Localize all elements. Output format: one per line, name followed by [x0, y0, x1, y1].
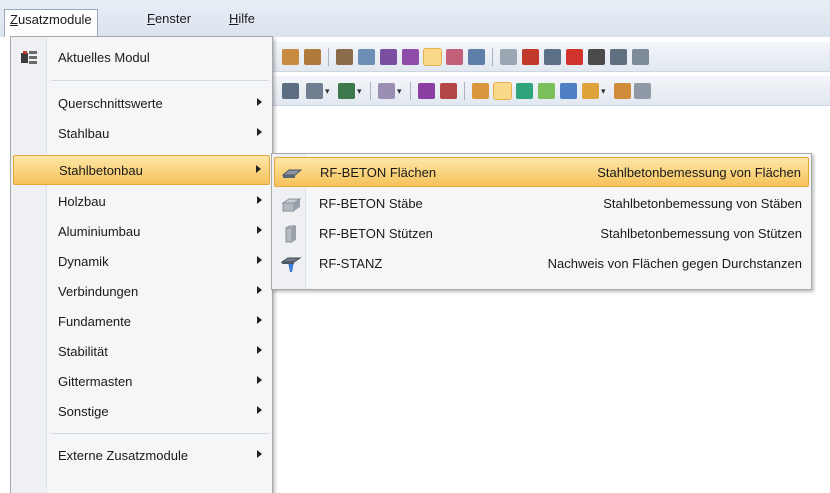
menu-separator	[51, 433, 269, 434]
beam-member-icon	[281, 198, 302, 212]
frame-icon[interactable]	[418, 83, 435, 99]
nodes-icon[interactable]	[380, 49, 397, 65]
menu-separator	[51, 80, 269, 81]
submenu-arrow-icon	[257, 376, 262, 384]
solid-icon[interactable]	[446, 49, 463, 65]
menu-item-externe-zusatzmodule[interactable]: Externe Zusatzmodule	[13, 441, 270, 471]
module-icon	[21, 51, 37, 64]
menu-item-stahlbetonbau[interactable]: Stahlbetonbau	[13, 155, 270, 185]
menu-item-holzbau[interactable]: Holzbau	[13, 187, 270, 217]
tag-icon[interactable]	[440, 83, 457, 99]
submenu-arrow-icon	[257, 316, 262, 324]
toolbar-separator	[410, 82, 411, 100]
toolbar-separator	[370, 82, 371, 100]
submenu-arrow-icon	[257, 226, 262, 234]
menu-item-verbindungen[interactable]: Verbindungen	[13, 277, 270, 307]
member-icon[interactable]	[402, 49, 419, 65]
submenu-arrow-icon	[256, 165, 261, 173]
node-display-icon[interactable]	[538, 83, 555, 99]
menu-item-querschnittswerte[interactable]: Querschnittswerte	[13, 89, 270, 119]
punching-shear-icon	[280, 257, 302, 272]
toolbar-separator	[464, 82, 465, 100]
chevron-down-icon[interactable]: ▾	[601, 86, 606, 97]
settings-icon[interactable]	[610, 49, 627, 65]
table-icon[interactable]	[282, 49, 299, 65]
submenu-item-rf-beton-flaechen[interactable]: RF-BETON Flächen Stahlbetonbemessung von…	[274, 157, 809, 187]
chevron-down-icon[interactable]: ▾	[357, 86, 362, 97]
filter-icon[interactable]	[306, 83, 323, 99]
submenu-arrow-icon	[257, 406, 262, 414]
toolbar-row-2: ▾ ▾ ▾ ▾	[268, 76, 830, 106]
submenu-arrow-icon	[257, 98, 262, 106]
dimension-icon[interactable]	[472, 83, 489, 99]
stahlbetonbau-submenu: RF-BETON Flächen Stahlbetonbemessung von…	[271, 153, 812, 290]
section-icon[interactable]	[282, 83, 299, 99]
submenu-arrow-icon	[257, 346, 262, 354]
load-icon[interactable]	[588, 49, 605, 65]
render-icon[interactable]	[378, 83, 395, 99]
menu-item-gittermasten[interactable]: Gittermasten	[13, 367, 270, 397]
support-icon[interactable]	[500, 49, 517, 65]
cube-icon[interactable]	[516, 83, 533, 99]
surface-slab-icon	[281, 169, 303, 178]
zusatzmodule-menu: Aktuelles Modul Querschnittswerte Stahlb…	[10, 36, 273, 493]
cross-icon[interactable]	[566, 49, 583, 65]
table-view-icon[interactable]	[304, 49, 321, 65]
menu-bar: Zusatzmodule Fenster Hilfe	[0, 0, 830, 37]
submenu-arrow-icon	[257, 196, 262, 204]
grid-layout-icon[interactable]	[582, 83, 599, 99]
menu-item-fundamente[interactable]: Fundamente	[13, 307, 270, 337]
mesh-icon[interactable]	[358, 49, 375, 65]
surface-icon[interactable]	[423, 48, 442, 66]
menu-item-aluminiumbau[interactable]: Aluminiumbau	[13, 217, 270, 247]
more-icon[interactable]	[632, 49, 649, 65]
flag-icon[interactable]	[468, 49, 485, 65]
chevron-down-icon[interactable]: ▾	[397, 86, 402, 97]
submenu-item-rf-beton-staebe[interactable]: RF-BETON Stäbe Stahlbetonbemessung von S…	[274, 189, 809, 219]
menu-item-aktuelles-modul[interactable]: Aktuelles Modul	[13, 43, 270, 73]
toolbar-separator	[492, 48, 493, 66]
results-icon[interactable]	[634, 83, 651, 99]
mirror-icon[interactable]	[544, 49, 561, 65]
submenu-item-rf-stanz[interactable]: RF-STANZ Nachweis von Flächen gegen Durc…	[274, 249, 809, 279]
submenu-arrow-icon	[257, 128, 262, 136]
display-icon[interactable]	[338, 83, 355, 99]
menu-item-dynamik[interactable]: Dynamik	[13, 247, 270, 277]
grid-icon[interactable]	[336, 49, 353, 65]
submenu-item-rf-beton-stuetzen[interactable]: RF-BETON Stützen Stahlbetonbemessung von…	[274, 219, 809, 249]
menu-fenster[interactable]: Fenster	[142, 9, 196, 31]
submenu-arrow-icon	[257, 286, 262, 294]
toolbar-row-1	[268, 42, 830, 72]
menu-item-stahlbau[interactable]: Stahlbau	[13, 119, 270, 149]
chevron-down-icon[interactable]: ▾	[325, 86, 330, 97]
color-scale-icon[interactable]	[493, 82, 512, 100]
menu-item-stabilitaet[interactable]: Stabilität	[13, 337, 270, 367]
hinge-icon[interactable]	[522, 49, 539, 65]
menu-zusatzmodule[interactable]: Zusatzmodule	[4, 9, 98, 37]
menu-hilfe[interactable]: Hilfe	[224, 9, 260, 31]
line-display-icon[interactable]	[560, 83, 577, 99]
axis-icon[interactable]	[614, 83, 631, 99]
submenu-arrow-icon	[257, 450, 262, 458]
toolbar-separator	[328, 48, 329, 66]
column-icon	[285, 225, 297, 243]
menu-item-sonstige[interactable]: Sonstige	[13, 397, 270, 427]
submenu-arrow-icon	[257, 256, 262, 264]
